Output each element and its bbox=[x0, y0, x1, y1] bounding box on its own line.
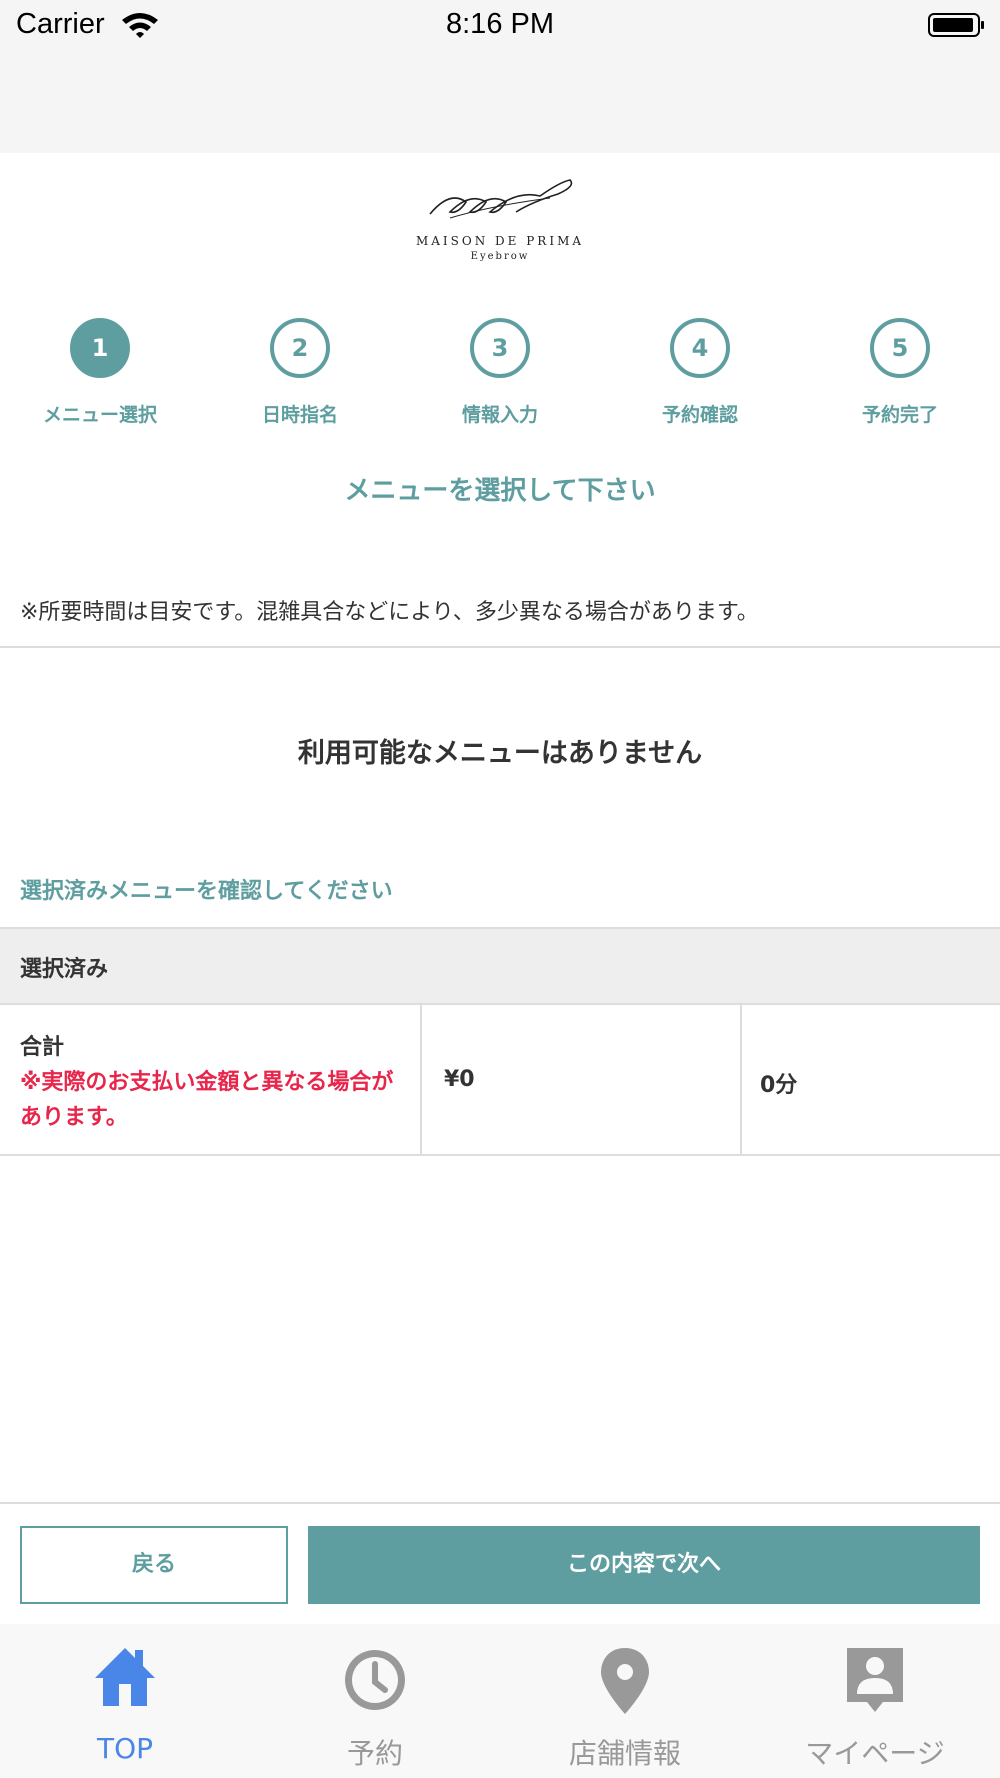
total-time: 0分 bbox=[760, 1073, 798, 1098]
clock-time: 8:16 PM bbox=[446, 8, 554, 40]
person-badge-icon bbox=[847, 1648, 903, 1712]
home-icon bbox=[95, 1648, 155, 1706]
next-button[interactable]: この内容で次へ bbox=[308, 1526, 980, 1604]
map-pin-icon bbox=[601, 1648, 649, 1714]
battery-icon bbox=[928, 13, 984, 37]
step-number: 5 bbox=[870, 318, 930, 378]
total-label: 合計 bbox=[20, 1035, 65, 1060]
total-label-cell: 合計 ※実際のお支払い金額と異なる場合があります。 bbox=[0, 1005, 422, 1154]
total-price-cell: ¥0 bbox=[422, 1005, 742, 1154]
step-2: 2 日時指名 bbox=[200, 318, 400, 428]
tab-label: TOP bbox=[96, 1732, 154, 1765]
tab-label: マイページ bbox=[805, 1737, 945, 1770]
step-label: 日時指名 bbox=[261, 404, 338, 426]
step-number: 1 bbox=[70, 318, 130, 378]
selected-header: 選択済み bbox=[0, 927, 1000, 1005]
step-1: 1 メニュー選択 bbox=[0, 318, 200, 428]
step-number: 2 bbox=[270, 318, 330, 378]
empty-menu-message: 利用可能なメニューはありません bbox=[297, 738, 703, 769]
tab-store-info[interactable]: 店舗情報 bbox=[500, 1624, 750, 1778]
step-label: 予約完了 bbox=[861, 404, 938, 426]
tab-mypage[interactable]: マイページ bbox=[750, 1624, 1000, 1778]
divider bbox=[0, 646, 1000, 648]
duration-notice: ※所要時間は目安です。混雑具合などにより、多少異なる場合があります。 bbox=[20, 600, 759, 625]
clock-icon bbox=[345, 1650, 405, 1710]
logo-sub-text: Eyebrow bbox=[470, 251, 530, 262]
tab-label: 予約 bbox=[346, 1737, 403, 1770]
tab-top[interactable]: TOP bbox=[0, 1624, 250, 1778]
page-title: メニューを選択して下さい bbox=[344, 476, 656, 506]
step-label: メニュー選択 bbox=[42, 404, 157, 426]
tab-label: 店舗情報 bbox=[568, 1737, 681, 1770]
confirm-selected-prompt: 選択済みメニューを確認してください bbox=[20, 879, 393, 904]
step-5: 5 予約完了 bbox=[800, 318, 1000, 428]
logo-brand-text: MAISON DE PRIMA bbox=[415, 234, 585, 248]
total-row: 合計 ※実際のお支払い金額と異なる場合があります。 ¥0 0分 bbox=[0, 1005, 1000, 1156]
step-number: 4 bbox=[670, 318, 730, 378]
payment-warning: ※実際のお支払い金額と異なる場合があります。 bbox=[20, 1070, 394, 1130]
selected-header-label: 選択済み bbox=[20, 957, 109, 982]
step-label: 予約確認 bbox=[661, 404, 738, 426]
step-label: 情報入力 bbox=[461, 404, 538, 426]
total-price: ¥0 bbox=[444, 1067, 475, 1092]
divider bbox=[0, 1502, 1000, 1504]
back-button[interactable]: 戻る bbox=[20, 1526, 288, 1604]
tab-reservation[interactable]: 予約 bbox=[250, 1624, 500, 1778]
navigation-bar bbox=[0, 50, 1000, 153]
step-4: 4 予約確認 bbox=[600, 318, 800, 428]
status-bar: Carrier 8:16 PM bbox=[0, 0, 1000, 50]
step-number: 3 bbox=[470, 318, 530, 378]
step-3: 3 情報入力 bbox=[400, 318, 600, 428]
tab-bar: TOP 予約 店舗情報 マイページ bbox=[0, 1624, 1000, 1778]
